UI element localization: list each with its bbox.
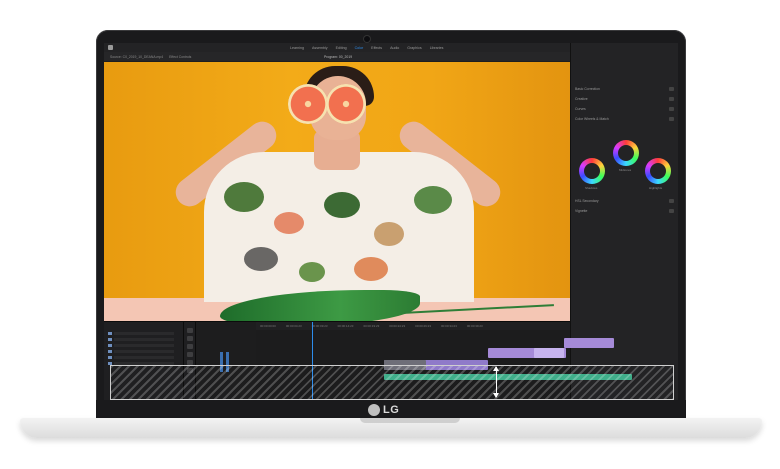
- highlights-color-wheel[interactable]: [645, 158, 671, 184]
- project-item[interactable]: [114, 332, 174, 335]
- razor-tool-icon[interactable]: [187, 352, 193, 357]
- lumetri-row[interactable]: Curves: [575, 107, 586, 111]
- wheel-label: Shadows: [585, 186, 598, 190]
- lumetri-row[interactable]: Basic Correction: [575, 87, 600, 91]
- video-clip[interactable]: [564, 338, 614, 348]
- workspace-tab[interactable]: Libraries: [430, 46, 444, 50]
- program-tab-label: Program: 00_2019: [324, 54, 353, 59]
- wheel-label: Highlights: [649, 186, 663, 190]
- pattern-leaf: [414, 186, 452, 214]
- lumetri-row[interactable]: Color Wheels & Match: [575, 117, 609, 121]
- pattern-leaf: [224, 182, 264, 212]
- laptop-base: [20, 418, 762, 438]
- screen: Learning Assembly Editing Color Effects …: [104, 43, 678, 400]
- clip-icon: [108, 332, 112, 335]
- laptop: Learning Assembly Editing Color Effects …: [0, 0, 780, 469]
- pattern-flower: [354, 257, 388, 281]
- section-toggle[interactable]: [669, 199, 674, 203]
- shadows-color-wheel[interactable]: [579, 158, 605, 184]
- ruler-tick: 00:00:14:23: [337, 324, 354, 328]
- lumetri-row[interactable]: HSL Secondary: [575, 199, 599, 203]
- floral-shirt: [204, 152, 474, 302]
- ruler-tick: 00:00:29:23: [415, 324, 432, 328]
- pattern-bird: [244, 247, 278, 271]
- ruler-tick: 00:00:09:23: [311, 324, 328, 328]
- ruler-tick: 00:00:04:23: [285, 324, 302, 328]
- section-toggle[interactable]: [669, 97, 674, 101]
- workspace-tab[interactable]: Audio: [390, 46, 399, 50]
- workspace-tab[interactable]: Effects: [371, 46, 382, 50]
- extended-timeline-highlight: [110, 365, 674, 400]
- section-toggle[interactable]: [669, 107, 674, 111]
- lg-logo-icon: [368, 404, 380, 416]
- source-tab[interactable]: Source: C0_2019_10_DEANA.mp4: [110, 55, 163, 59]
- project-item[interactable]: [114, 356, 174, 359]
- selection-tool-icon[interactable]: [187, 328, 193, 333]
- workspace-tab[interactable]: Assembly: [312, 46, 328, 50]
- workspace-tabs: Learning Assembly Editing Color Effects …: [290, 43, 443, 52]
- workspace-tab-active[interactable]: Color: [355, 46, 364, 50]
- lid-notch: [360, 418, 460, 423]
- program-monitor[interactable]: [104, 62, 570, 321]
- project-item[interactable]: [114, 350, 174, 353]
- timeline-ruler[interactable]: 00:00:00:00 00:00:04:23 00:00:09:23 00:0…: [256, 322, 570, 330]
- app-logo-icon: [108, 45, 113, 50]
- clip-icon: [108, 338, 112, 341]
- workspace-tab[interactable]: Editing: [336, 46, 347, 50]
- pattern-flower: [274, 212, 304, 234]
- project-item[interactable]: [114, 338, 174, 341]
- ruler-tick: 00:00:24:23: [389, 324, 406, 328]
- effect-controls-tab[interactable]: Effect Controls: [169, 55, 191, 59]
- workspace-tab[interactable]: Learning: [290, 46, 304, 50]
- wheel-label: Midtones: [619, 168, 632, 172]
- pattern-leaf: [324, 192, 360, 218]
- lumetri-row[interactable]: Vignette: [575, 209, 587, 213]
- program-monitor-tab[interactable]: Program: 00_2019: [324, 52, 352, 61]
- video-clip-selected[interactable]: [534, 348, 564, 358]
- section-toggle[interactable]: [669, 117, 674, 121]
- ruler-tick: 00:00:39:23: [466, 324, 483, 328]
- brand-name: LG: [383, 404, 400, 416]
- pattern-leaf: [299, 262, 325, 282]
- brand-logo: LG: [368, 402, 414, 418]
- project-item[interactable]: [114, 344, 174, 347]
- webcam: [364, 36, 370, 42]
- ruler-tick: 00:00:19:23: [363, 324, 380, 328]
- pattern-flower: [374, 222, 404, 246]
- clip-icon: [108, 344, 112, 347]
- workspace-tab[interactable]: Graphics: [407, 46, 421, 50]
- track-select-tool-icon[interactable]: [187, 336, 193, 341]
- ripple-edit-tool-icon[interactable]: [187, 344, 193, 349]
- clip-icon: [108, 350, 112, 353]
- grapefruit-left: [288, 84, 328, 124]
- midtones-color-wheel[interactable]: [613, 140, 639, 166]
- section-toggle[interactable]: [669, 209, 674, 213]
- vertical-double-arrow-icon: [493, 366, 499, 398]
- section-toggle[interactable]: [669, 87, 674, 91]
- lumetri-row[interactable]: Creative: [575, 97, 588, 101]
- ruler-tick: 00:00:34:23: [441, 324, 457, 328]
- clip-icon: [108, 356, 112, 359]
- grapefruit-right: [326, 84, 366, 124]
- ruler-tick: 00:00:00:00: [260, 324, 276, 328]
